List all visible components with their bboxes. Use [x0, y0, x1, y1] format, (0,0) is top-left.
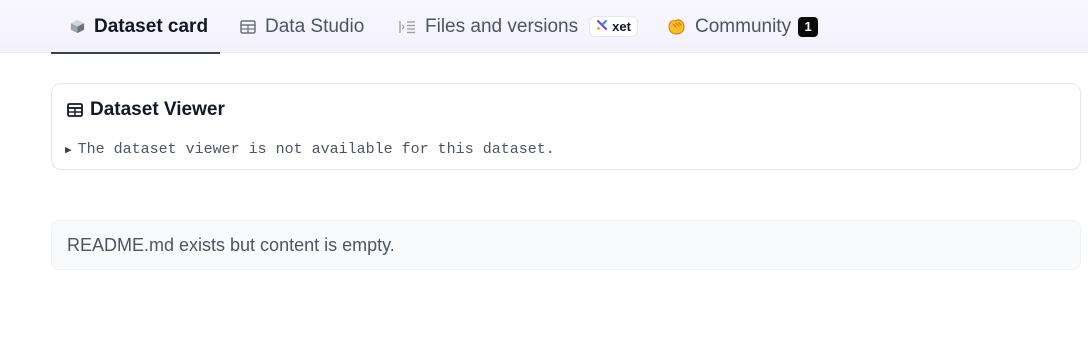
xet-badge: xet — [589, 16, 638, 37]
dataset-viewer-title: Dataset Viewer — [90, 99, 225, 120]
tab-label: Community — [695, 15, 792, 37]
readme-empty-notice: README.md exists but content is empty. — [51, 220, 1081, 270]
discussion-count-badge: 1 — [798, 16, 819, 37]
viewer-unavailable-text: The dataset viewer is not available for … — [77, 141, 555, 158]
xet-icon — [596, 19, 608, 34]
tab-community[interactable]: Community 1 — [667, 0, 819, 53]
readme-empty-text: README.md exists but content is empty. — [67, 234, 395, 255]
disclosure-triangle-icon: ▶ — [65, 144, 72, 157]
tab-label: Data Studio — [265, 15, 365, 37]
viewer-unavailable-toggle[interactable]: ▶ The dataset viewer is not available fo… — [65, 141, 555, 158]
community-hands-icon — [667, 18, 686, 35]
tab-label: Files and versions — [425, 15, 579, 37]
repo-tab-bar: Dataset card Data Studio Files and versi — [0, 0, 1088, 54]
tab-files-and-versions[interactable]: Files and versions xet — [399, 0, 638, 53]
xet-badge-label: xet — [612, 19, 631, 34]
table-icon — [240, 19, 256, 34]
table-icon — [67, 103, 83, 117]
tab-label: Dataset card — [94, 15, 209, 37]
dataset-viewer-card: Dataset Viewer ▶ The dataset viewer is n… — [51, 83, 1081, 170]
files-tree-icon — [399, 20, 416, 34]
dataset-viewer-heading: Dataset Viewer — [67, 99, 225, 121]
tab-dataset-card[interactable]: Dataset card — [51, 0, 220, 54]
tab-data-studio[interactable]: Data Studio — [240, 0, 364, 53]
cube-icon — [70, 19, 85, 34]
